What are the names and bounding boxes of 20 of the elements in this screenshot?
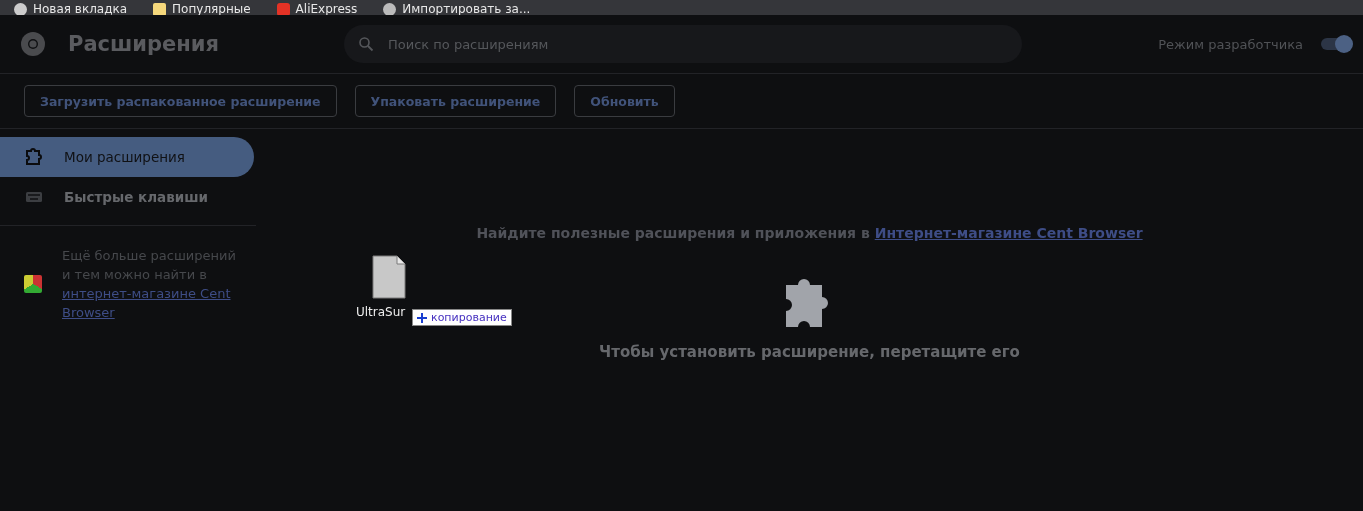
toolbar-button[interactable]: Обновить xyxy=(574,85,675,117)
bookmark-item[interactable]: Импортировать за... xyxy=(383,2,531,15)
drop-hint-text: Чтобы установить расширение, перетащите его xyxy=(599,343,1020,361)
search-field[interactable]: Поиск по расширениям xyxy=(344,25,1022,63)
web-store-link[interactable]: Интернет-магазине Cent Browser xyxy=(874,225,1143,241)
developer-mode-label: Режим разработчика xyxy=(1158,36,1303,52)
toolbar-button[interactable]: Загрузить распакованное расширение xyxy=(24,85,337,117)
bookmark-item[interactable]: Популярные xyxy=(153,2,251,15)
bookmark-item[interactable]: AliExpress xyxy=(276,2,358,15)
web-store-link[interactable]: интернет-магазине Cent Browser xyxy=(62,284,242,322)
bookmark-item[interactable]: Новая вкладка xyxy=(14,2,128,15)
sidebar-item[interactable]: Мои расширения xyxy=(0,137,254,177)
drag-tooltip: копирование xyxy=(412,309,512,326)
store-hint-text: Найдите полезные расширения и приложения в Интернет-магазине Cent Browser xyxy=(476,225,1143,241)
sidebar-item[interactable]: Быстрые клавиши xyxy=(0,177,254,217)
promo-text: Ещё больше расширений и тем можно найти в интернет-магазине Cent Browser xyxy=(62,246,242,322)
sidebar-item-label: Быстрые клавиши xyxy=(64,189,208,205)
toolbar-button[interactable]: Упаковать расширение xyxy=(354,85,557,117)
file-name: UltraSur xyxy=(356,305,406,319)
sidebar-item-label: Мои расширения xyxy=(64,149,185,165)
